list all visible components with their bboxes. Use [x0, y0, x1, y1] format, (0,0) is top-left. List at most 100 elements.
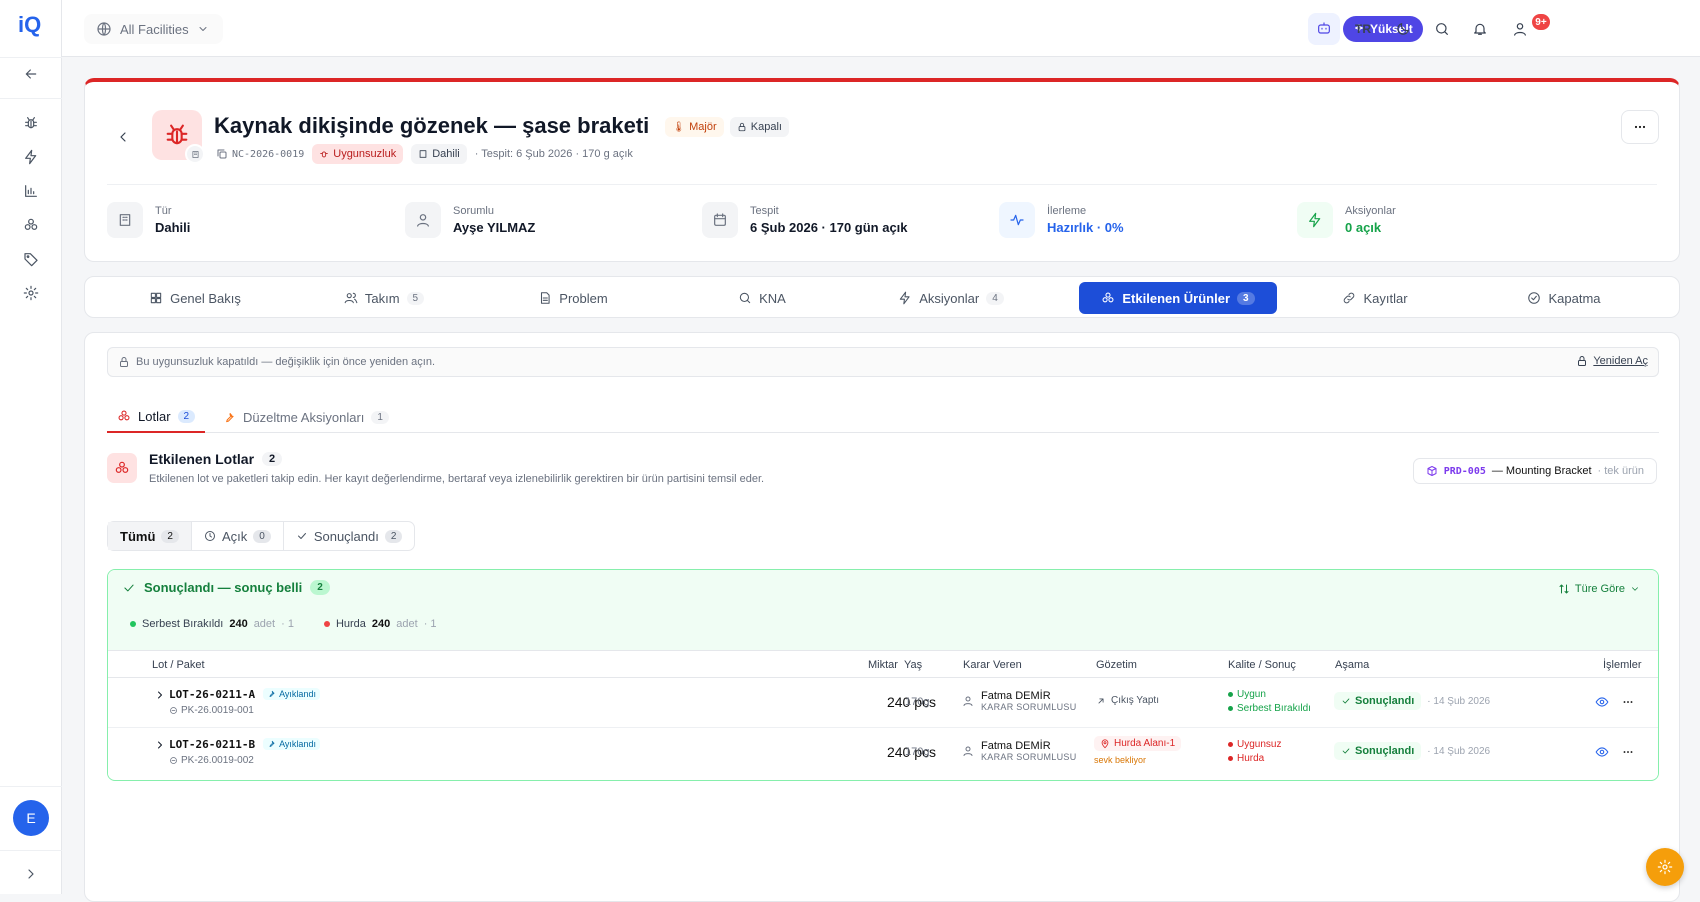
calendar-icon [702, 202, 738, 238]
lot-number[interactable]: LOT-26-0211-A [169, 688, 255, 701]
concluded-group: Sonuçlandı — sonuç belli 2 Türe Göre Ser… [107, 569, 1659, 781]
row-more-button[interactable] [1621, 695, 1635, 709]
avatar[interactable]: E [13, 800, 49, 836]
subtab-corrective-actions[interactable]: Düzeltme Aksiyonları 1 [212, 401, 399, 433]
sort-label: Türe Göre [1574, 583, 1625, 595]
bug-icon[interactable] [15, 107, 47, 139]
back-chevron-icon[interactable] [115, 129, 131, 145]
package-id-text: PK-26.0019-001 [181, 705, 254, 716]
scope-tag-label: Dahili [432, 148, 460, 160]
group-title[interactable]: Sonuçlandı — sonuç belli 2 [122, 580, 330, 595]
users-icon [344, 292, 358, 304]
tab-kna[interactable]: KNA [672, 282, 852, 314]
col-age: Yaş [904, 659, 923, 671]
summary-unit: adet [396, 618, 418, 630]
tab-actions[interactable]: Aksiyonlar 4 [861, 282, 1041, 314]
expand-chevron-icon[interactable] [15, 858, 47, 890]
subtab-lots[interactable]: Lotlar 2 [107, 401, 206, 433]
more-options-button[interactable] [1621, 110, 1659, 144]
reopen-button[interactable]: Yeniden Aç [1576, 355, 1648, 367]
summary-count: · 1 [281, 618, 294, 630]
eye-icon[interactable] [1595, 745, 1609, 759]
filter-open[interactable]: Açık 0 [192, 522, 284, 550]
map-pin-icon [1101, 738, 1109, 748]
boxes-icon[interactable] [15, 209, 47, 241]
building-icon [419, 150, 427, 158]
thermometer-icon: 🌡 [672, 121, 686, 133]
custody-text: Çıkış Yaptı [1111, 695, 1159, 706]
tag-icon[interactable] [15, 243, 47, 275]
status-dot [1228, 742, 1233, 747]
eye-icon[interactable] [1595, 695, 1609, 709]
status-dot [1228, 756, 1233, 761]
filter-all[interactable]: Tümü 2 [108, 522, 192, 550]
stat-actions: Aksiyonlar 0 açık [1297, 202, 1396, 238]
issue-meta: NC-2026-0019 Uygunsuzluk Dahili · Tespit… [216, 144, 633, 164]
tab-label: Problem [559, 290, 608, 306]
filter-count: 2 [384, 529, 403, 543]
decider-name: Fatma DEMİR [981, 740, 1051, 752]
custody-location-badge: Hurda Alanı-1 [1094, 736, 1182, 751]
expand-chevron-icon[interactable] [154, 689, 166, 701]
chart-icon[interactable] [15, 175, 47, 207]
document-icon [541, 292, 550, 304]
stat-value: Dahili [155, 220, 191, 235]
ellipsis-icon [1634, 125, 1646, 129]
filter-label: Açık [221, 528, 248, 544]
lightning-icon [900, 291, 910, 305]
wrench-icon [226, 412, 234, 423]
tab-problem[interactable]: Problem [483, 282, 663, 314]
moon-icon[interactable] [1387, 13, 1419, 45]
table-row[interactable]: LOT-26-0211-B Ayıklandı PK-26.0019-002 24… [108, 728, 1658, 778]
affected-products-panel: Bu uygunsuzluk kapatıldı — değişiklik iç… [84, 332, 1680, 902]
section-description: Etkilenen lot ve paketleri takip edin. H… [149, 473, 765, 485]
table-header: Lot / Paket Miktar Yaş Karar Veren Gözet… [108, 650, 1658, 678]
subtab-label: Lotlar [138, 408, 171, 424]
filter-concluded[interactable]: Sonuçlandı 2 [284, 522, 415, 550]
tab-bar: Genel Bakış Takım 5 Problem KNA Aksiyonla… [84, 276, 1680, 318]
tab-affected-products[interactable]: Etkilenen Ürünler 3 [1079, 282, 1277, 314]
sort-dropdown[interactable]: Türe Göre [1558, 583, 1640, 595]
tab-count: 5 [406, 291, 425, 305]
check-icon [1342, 748, 1350, 754]
link-icon [1344, 292, 1355, 304]
stage-date: · 14 Şub 2026 [1427, 745, 1491, 757]
col-decider: Karar Veren [963, 659, 1022, 671]
language-button[interactable]: TR [1347, 13, 1379, 45]
settings-fab-button[interactable] [1646, 848, 1684, 886]
product-chip[interactable]: PRD-005 — Mounting Bracket · tek ürün [1412, 458, 1657, 484]
bell-icon[interactable] [1464, 13, 1496, 45]
subtab-bar: Lotlar 2 Düzeltme Aksiyonları 1 [107, 401, 1659, 433]
tab-closure[interactable]: Kapatma [1474, 282, 1654, 314]
lot-number[interactable]: LOT-26-0211-B [169, 738, 255, 751]
lightning-icon[interactable] [15, 141, 47, 173]
facility-selector[interactable]: All Facilities [84, 14, 223, 44]
row-more-button[interactable] [1621, 745, 1635, 759]
col-stage: Aşama [1335, 659, 1370, 671]
tab-records[interactable]: Kayıtlar [1285, 282, 1465, 314]
closed-notice: Bu uygunsuzluk kapatıldı — değişiklik iç… [107, 347, 1659, 377]
user-icon [963, 746, 973, 756]
tab-overview[interactable]: Genel Bakış [105, 282, 285, 314]
status-dot [1228, 692, 1233, 697]
copy-icon [217, 149, 227, 159]
app-logo[interactable]: iQ [18, 12, 48, 42]
table-row[interactable]: LOT-26-0211-A Ayıklandı PK-26.0019-001 24… [108, 678, 1658, 728]
tab-team[interactable]: Takım 5 [294, 282, 474, 314]
decider-role: KARAR SORUMLUSU [981, 702, 1077, 712]
back-arrow-icon[interactable] [15, 58, 47, 90]
gear-icon[interactable] [15, 277, 47, 309]
stage-cell: Sonuçlandı · 14 Şub 2026 [1334, 742, 1490, 760]
tab-count: 4 [986, 291, 1004, 305]
issue-code[interactable]: NC-2026-0019 [216, 148, 304, 160]
search-icon[interactable] [1426, 13, 1458, 45]
status-label: Kapalı [750, 121, 782, 134]
summary-unit: adet [253, 618, 276, 630]
section-title: Etkilenen Lotlar 2 [149, 451, 283, 467]
assistant-button[interactable] [1308, 13, 1340, 45]
user-icon[interactable] [1504, 13, 1536, 45]
detected-text: · Tespit: 6 Şub 2026 · 170 g açık [474, 148, 633, 160]
globe-icon [97, 22, 111, 36]
arrow-up-right-icon [1098, 698, 1104, 703]
expand-chevron-icon[interactable] [154, 739, 166, 751]
